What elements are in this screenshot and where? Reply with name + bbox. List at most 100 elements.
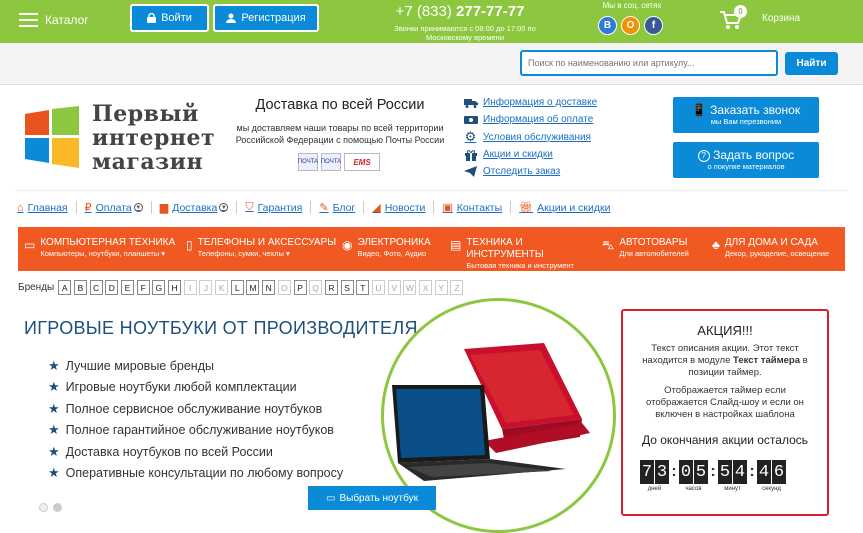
timer-caption: секунд xyxy=(762,486,781,492)
category-home-garden[interactable]: ♣ ДЛЯ ДОМА И САДА Декор, рукоделие, освеще… xyxy=(712,227,842,271)
chevron-down-icon: ▼ xyxy=(219,203,229,212)
search-button[interactable]: Найти xyxy=(785,52,838,75)
info-link-label: Акции и скидки xyxy=(483,149,553,161)
info-link-terms[interactable]: ⚙ Условия обслуживания xyxy=(463,129,597,146)
brand-letter-w[interactable]: W xyxy=(403,280,417,295)
phone-number[interactable]: +7 (833) 277-77-77 xyxy=(380,3,540,20)
info-links: Информация о доставке Информация об опла… xyxy=(463,94,597,180)
choose-laptop-button[interactable]: ▭ Выбрать ноутбук xyxy=(308,486,436,510)
timer-colon: : xyxy=(710,463,716,480)
logo-icon[interactable] xyxy=(23,106,81,168)
tools-icon: ▤ xyxy=(450,238,462,252)
brand-letter-j[interactable]: J xyxy=(199,280,213,295)
brand-letter-b[interactable]: B xyxy=(73,280,87,295)
logo-text[interactable]: Первый интернет магазин xyxy=(92,102,215,174)
category-phones[interactable]: ▯ ТЕЛЕФОНЫ И АКСЕССУАРЫ Телефоны, сумки, ч… xyxy=(186,227,342,271)
russian-post-logo-2: ПОЧТА xyxy=(321,153,341,171)
brand-letter-n[interactable]: N xyxy=(262,280,276,295)
menu-item-label: Контакты xyxy=(456,201,503,214)
order-call-button[interactable]: 📱 Заказать звонок мы Вам перезвоним xyxy=(673,97,819,133)
rss-icon: ◢ xyxy=(372,202,381,214)
brand-letter-l[interactable]: L xyxy=(230,280,244,295)
brand-letter-g[interactable]: G xyxy=(152,280,166,295)
category-auto[interactable]: ⛍ АВТОТОВАРЫ Для автолюбителей xyxy=(602,227,712,271)
odnoklassniki-icon[interactable]: О xyxy=(621,16,640,35)
login-button[interactable]: Войти xyxy=(130,4,209,32)
brand-letter-c[interactable]: C xyxy=(89,280,103,295)
catalog-button[interactable]: Каталог xyxy=(19,10,89,30)
delivery-text: мы доставляем наши товары по всей террит… xyxy=(235,123,445,145)
question-icon: ? xyxy=(697,150,710,162)
brand-letter-k[interactable]: K xyxy=(215,280,229,295)
promo-text-bold: Текст таймера xyxy=(733,355,801,366)
feature-text: Полное сервисное обслуживание ноутбуков xyxy=(65,401,323,416)
menu-item-home[interactable]: ⌂ Главная xyxy=(17,202,68,214)
info-link-tracking[interactable]: Отследить заказ xyxy=(463,163,597,180)
menu-item-news[interactable]: ◢ Новости xyxy=(372,201,425,215)
menu-item-payment[interactable]: ₽ Оплата ▼ xyxy=(85,201,143,214)
timer-label: До окончания акции осталось xyxy=(641,433,809,447)
brand-letter-r[interactable]: R xyxy=(324,280,338,295)
brand-letter-i[interactable]: I xyxy=(183,280,197,295)
menu-item-warranty[interactable]: ⛉ Гарантия xyxy=(245,201,302,214)
promo-box: АКЦИЯ!!! Текст описания акции. Этот текс… xyxy=(621,309,829,516)
social-label: Мы в соц. сетях xyxy=(602,1,662,10)
monitor-icon: ▭ xyxy=(24,238,36,252)
info-link-delivery[interactable]: Информация о доставке xyxy=(463,94,597,111)
slider-dot-1[interactable] xyxy=(39,503,48,512)
vk-icon[interactable]: В xyxy=(598,16,617,35)
chevron-down-icon: ▾ xyxy=(161,249,166,258)
category-electronics[interactable]: ◉ ЭЛЕКТРОНИКА Видео, Фото, Аудио xyxy=(342,227,450,271)
category-title: АВТОТОВАРЫ xyxy=(619,237,688,248)
timer-colon: : xyxy=(671,463,677,480)
menu-item-contacts[interactable]: ▣ Контакты xyxy=(442,201,503,215)
lock-icon xyxy=(147,13,157,23)
brand-letter-s[interactable]: S xyxy=(340,280,354,295)
contacts-icon: ▣ xyxy=(442,202,453,214)
brand-letter-y[interactable]: Y xyxy=(434,280,448,295)
brand-letter-v[interactable]: V xyxy=(387,280,401,295)
brand-letter-d[interactable]: D xyxy=(105,280,119,295)
category-computers[interactable]: ▭ КОМПЬЮТЕРНАЯ ТЕХНИКА Компьютеры, ноутбук… xyxy=(24,227,186,271)
search-input[interactable] xyxy=(520,50,778,76)
ask-question-button[interactable]: ? Задать вопрос о покупке материалов xyxy=(673,142,819,178)
brand-letter-e[interactable]: E xyxy=(120,280,134,295)
brand-letter-h[interactable]: H xyxy=(168,280,182,295)
facebook-icon[interactable]: f xyxy=(644,16,663,35)
camera-icon: ◉ xyxy=(342,238,353,252)
shield-icon: ⛉ xyxy=(245,201,254,213)
menu-item-blog[interactable]: ✎ Блог xyxy=(319,201,355,215)
register-button[interactable]: Регистрация xyxy=(213,4,319,32)
brand-letter-t[interactable]: T xyxy=(356,280,370,295)
menu-item-promos[interactable]: 🎁︎ Акции и скидки xyxy=(519,201,610,215)
menu-separator xyxy=(433,201,435,214)
brand-letter-m[interactable]: M xyxy=(246,280,260,295)
brand-letter-u[interactable]: U xyxy=(371,280,385,295)
brand-letter-f[interactable]: F xyxy=(136,280,150,295)
slider-dot-2[interactable] xyxy=(53,503,62,512)
info-link-promos[interactable]: Акции и скидки xyxy=(463,146,597,163)
timer-digit: 6 xyxy=(772,460,786,484)
category-tools[interactable]: ▤ ТЕХНИКА И ИНСТРУМЕНТЫ Бытовая техника и … xyxy=(450,227,602,271)
brand-letter-x[interactable]: X xyxy=(419,280,433,295)
brand-letter-q[interactable]: Q xyxy=(309,280,323,295)
star-icon: ★ xyxy=(48,357,60,373)
brands-bar: Бренды ABCDEFGHIJKLMNOPQRSTUVWXYZ xyxy=(18,280,466,295)
feature-text: Оперативные консультации по любому вопро… xyxy=(65,466,344,481)
category-title: ТЕЛЕФОНЫ И АКСЕССУАРЫ xyxy=(197,237,337,248)
choose-laptop-label: Выбрать ноутбук xyxy=(339,492,418,504)
brand-letter-z[interactable]: Z xyxy=(450,280,464,295)
feature-item: ★ Игровые ноутбуки любой комплектации xyxy=(48,377,343,399)
timer-caption: дней xyxy=(647,486,662,492)
feature-item: ★ Оперативные консультации по любому вопр… xyxy=(48,463,343,485)
cart-button[interactable]: 0 Корзина xyxy=(720,5,820,34)
brand-letter-p[interactable]: P xyxy=(293,280,307,295)
category-menu: ▭ КОМПЬЮТЕРНАЯ ТЕХНИКА Компьютеры, ноутбук… xyxy=(18,227,845,271)
info-link-payment[interactable]: Информация об оплате xyxy=(463,111,597,128)
chevron-down-icon: ▼ xyxy=(133,203,143,212)
brand-letter-a[interactable]: A xyxy=(58,280,72,295)
brand-letter-o[interactable]: O xyxy=(277,280,291,295)
timer-digit: 0 xyxy=(679,460,693,484)
menu-item-delivery[interactable]: ▆ Доставка ▼ xyxy=(160,201,229,214)
promo-title: АКЦИЯ!!! xyxy=(697,323,753,338)
